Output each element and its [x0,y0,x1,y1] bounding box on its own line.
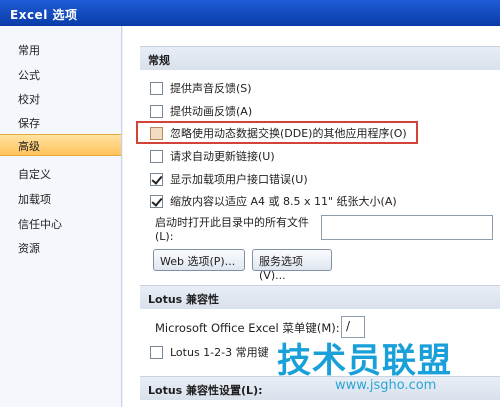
addin-errors-checkbox[interactable] [150,172,163,186]
sound-feedback-label: 提供声音反馈(S) [170,82,252,95]
sidebar-item-save[interactable]: 保存 [0,111,121,133]
sidebar-item-trust-center[interactable]: 信任中心 [0,212,121,234]
option-update-links[interactable]: 请求自动更新链接(U) [150,147,275,165]
startup-folder-label-key: (L): [155,230,174,243]
lotus-nav-keys-label: Lotus 1-2-3 常用键 [170,346,269,359]
service-options-button[interactable]: 服务选项(V)... [252,249,332,282]
update-links-checkbox[interactable] [150,149,163,163]
sound-feedback-checkbox[interactable] [150,81,163,95]
option-animation-feedback[interactable]: 提供动画反馈(A) [150,102,252,120]
menu-key-input[interactable]: / [341,316,365,338]
sidebar-item-customize[interactable]: 自定义 [0,162,121,184]
option-lotus-nav-keys[interactable]: Lotus 1-2-3 常用键 [150,343,269,361]
ignore-dde-checkbox[interactable] [150,126,163,140]
watermark-url: www.jsgho.com [335,378,437,393]
sidebar-item-proofing[interactable]: 校对 [0,87,121,109]
addin-errors-label: 显示加载项用户接口错误(U) [170,173,308,186]
web-options-button[interactable]: Web 选项(P)... [153,249,245,271]
animation-feedback-label: 提供动画反馈(A) [170,105,253,118]
scale-a4-label: 缩放内容以适应 A4 或 8.5 x 11" 纸张大小(A) [170,195,397,208]
watermark-logo: 技术员联盟 [277,341,452,381]
window-title: Excel 选项 [0,0,500,26]
option-ignore-dde[interactable]: 忽略使用动态数据交换(DDE)的其他应用程序(O) [150,124,407,142]
option-addin-errors[interactable]: 显示加载项用户接口错误(U) [150,170,308,188]
sidebar-item-resources[interactable]: 资源 [0,236,121,258]
options-sidebar: 常用 公式 校对 保存 高级 自定义 加载项 信任中心 资源 [0,26,122,407]
sidebar-item-popular[interactable]: 常用 [0,38,121,60]
general-section-header: 常规 [140,46,500,70]
lotus-nav-keys-checkbox[interactable] [150,345,163,359]
menu-key-label: Microsoft Office Excel 菜单键(M): [155,321,340,335]
option-scale-a4[interactable]: 缩放内容以适应 A4 或 8.5 x 11" 纸张大小(A) [150,192,397,210]
sidebar-item-addins[interactable]: 加载项 [0,187,121,209]
startup-folder-input[interactable] [321,215,493,240]
ignore-dde-label: 忽略使用动态数据交换(DDE)的其他应用程序(O) [170,127,407,140]
animation-feedback-checkbox[interactable] [150,104,163,118]
scale-a4-checkbox[interactable] [150,194,163,208]
option-sound-feedback[interactable]: 提供声音反馈(S) [150,79,252,97]
sidebar-item-formulas[interactable]: 公式 [0,63,121,85]
sidebar-item-advanced[interactable]: 高级 [0,134,121,156]
update-links-label: 请求自动更新链接(U) [170,150,275,163]
startup-folder-label: 启动时打开此目录中的所有文件 [155,216,309,229]
lotus-section-header: Lotus 兼容性 [140,285,500,309]
